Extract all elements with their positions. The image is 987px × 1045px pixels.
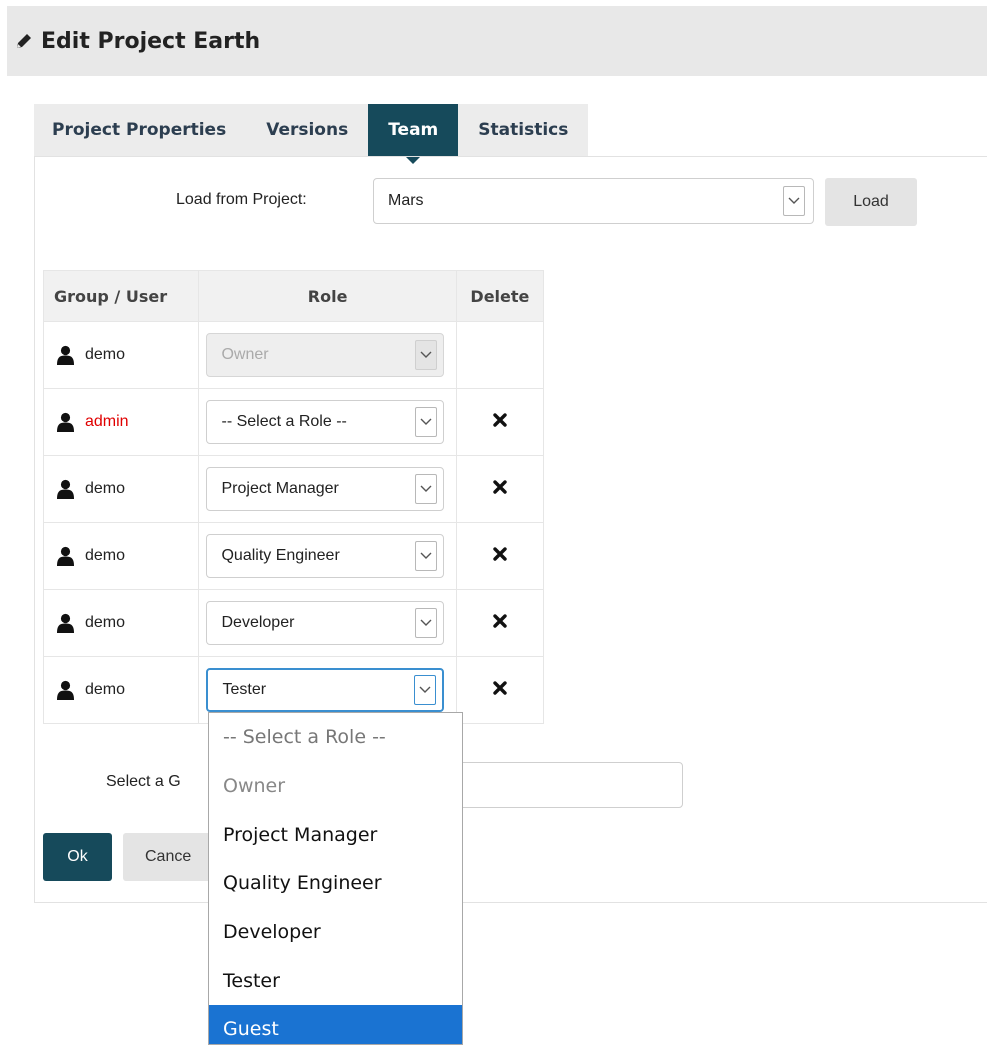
user-name: demo (85, 614, 126, 631)
delete-cell (455, 656, 545, 724)
user-icon (56, 345, 75, 365)
table-row: demo Quality Engineer (42, 522, 545, 590)
role-cell: -- Select a Role -- (198, 388, 457, 456)
role-select-value: Tester (222, 681, 267, 698)
chevron-down-icon (415, 407, 438, 437)
tab-team[interactable]: Team (368, 104, 459, 164)
page-header: Edit Project Earth (7, 6, 987, 76)
user-icon (56, 412, 75, 432)
user-cell: admin (42, 388, 200, 456)
project-select-value: Mars (388, 192, 424, 209)
role-option: Owner (223, 775, 286, 798)
role-select-arrow[interactable] (409, 602, 443, 644)
role-option[interactable]: Project Manager (209, 810, 462, 859)
load-button[interactable]: Load (825, 178, 917, 226)
user-name: demo (85, 480, 126, 497)
user-cell: demo (42, 656, 200, 724)
role-option[interactable]: -- Select a Role -- (209, 713, 462, 762)
delete-cell (455, 522, 545, 590)
delete-icon[interactable] (493, 479, 507, 494)
table-row: demo Developer (42, 589, 545, 657)
user-cell: demo (42, 455, 200, 523)
delete-icon[interactable] (493, 412, 507, 427)
user-name: demo (85, 681, 126, 698)
tab-versions[interactable]: Versions (246, 104, 369, 156)
role-option[interactable]: Developer (209, 908, 462, 957)
delete-cell (455, 321, 545, 389)
role-select-value: Developer (221, 614, 295, 631)
table-header-row: Group / User Role Delete (42, 270, 545, 322)
role-select-value: -- Select a Role -- (221, 413, 347, 430)
delete-cell (455, 388, 545, 456)
chevron-down-icon (783, 186, 805, 216)
role-select[interactable]: -- Select a Role -- (206, 400, 445, 444)
pencil-icon (15, 32, 33, 50)
user-cell: demo (42, 589, 200, 657)
tab-statistics[interactable]: Statistics (458, 104, 589, 156)
chevron-down-icon (415, 541, 438, 571)
delete-cell (455, 455, 545, 523)
user-icon (56, 546, 75, 566)
user-name: demo (85, 346, 126, 363)
header-group-user: Group / User (42, 270, 200, 322)
project-select-arrow[interactable] (781, 179, 807, 223)
role-cell: Quality Engineer (198, 522, 457, 590)
role-cell: Owner (198, 321, 457, 389)
tab-bar: Project Properties Versions Team Statist… (34, 104, 589, 164)
role-option[interactable]: Guest (209, 1005, 462, 1044)
tab-project-properties[interactable]: Project Properties (34, 104, 247, 156)
role-select-arrow[interactable] (409, 401, 443, 443)
load-from-project-label: Load from Project: (176, 191, 307, 208)
project-select[interactable]: Mars (373, 178, 814, 224)
delete-icon[interactable] (493, 613, 507, 628)
table-row: admin -- Select a Role -- (42, 388, 545, 456)
role-option[interactable]: Tester (209, 956, 462, 1005)
ok-button[interactable]: Ok (43, 833, 112, 881)
role-select[interactable]: Quality Engineer (206, 534, 445, 578)
role-select-value: Owner (221, 346, 269, 363)
role-select-value: Quality Engineer (221, 547, 340, 564)
user-cell: demo (42, 522, 200, 590)
role-select-arrow[interactable] (409, 468, 443, 510)
role-select: Owner (206, 333, 445, 377)
user-cell: demo (42, 321, 200, 389)
team-table: Group / User Role Delete demo Owner admin -… (42, 270, 545, 724)
group-select[interactable] (440, 762, 683, 808)
role-select[interactable]: Developer (206, 601, 445, 645)
user-icon (56, 479, 75, 499)
chevron-down-icon (415, 474, 438, 504)
role-cell: Project Manager (198, 455, 457, 523)
role-select-arrow (409, 334, 443, 376)
chevron-down-icon (415, 608, 438, 638)
chevron-down-icon (415, 340, 438, 370)
role-select[interactable]: Tester (206, 668, 445, 712)
delete-cell (455, 589, 545, 657)
delete-icon[interactable] (493, 546, 507, 561)
user-name: admin (85, 413, 129, 430)
role-option[interactable]: Quality Engineer (209, 859, 462, 908)
table-row: demo Project Manager (42, 455, 545, 523)
role-select-arrow[interactable] (409, 535, 443, 577)
role-select-value: Project Manager (221, 480, 339, 497)
user-icon (56, 680, 75, 700)
role-select-arrow[interactable] (408, 670, 442, 710)
delete-icon[interactable] (493, 680, 507, 695)
role-cell: Developer (198, 589, 457, 657)
page-title: Edit Project Earth (41, 28, 261, 54)
chevron-down-icon (414, 675, 437, 705)
user-name: demo (85, 547, 126, 564)
role-select[interactable]: Project Manager (206, 467, 445, 511)
header-delete: Delete (455, 270, 545, 322)
role-dropdown-list[interactable]: -- Select a Role -- Owner Project Manager Q… (208, 712, 463, 1045)
user-icon (56, 613, 75, 633)
table-row: demo Owner (42, 321, 545, 389)
header-role: Role (198, 270, 457, 322)
select-group-label: Select a G (106, 773, 181, 790)
